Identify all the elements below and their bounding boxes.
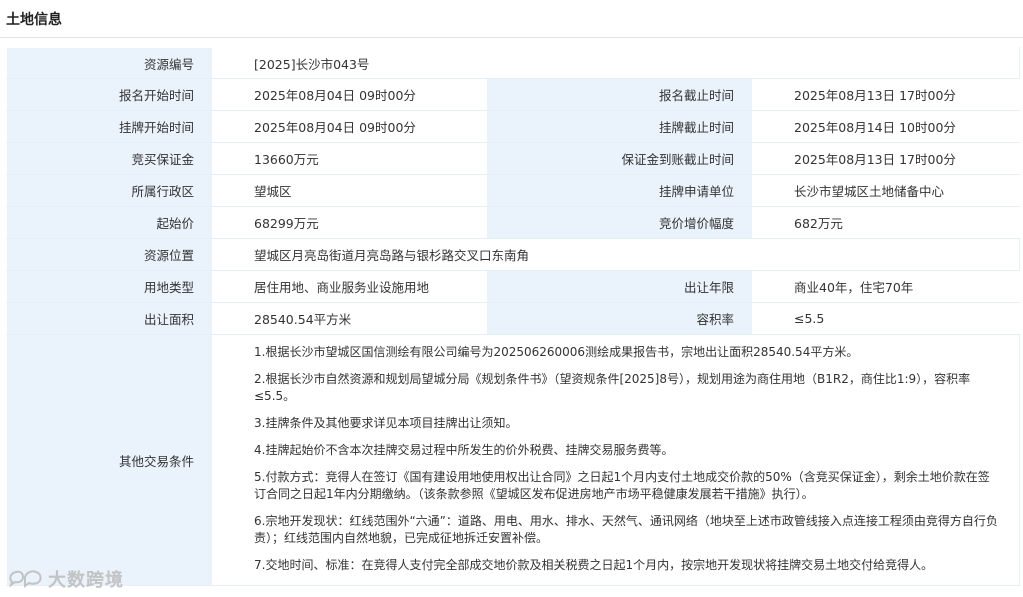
signup-end-label: 报名截止时间: [486, 78, 753, 111]
row-deposit: 竞买保证金 13660万元 保证金到账截止时间 2025年08月13日 17时0…: [6, 142, 1021, 175]
watermark-text: 大数跨境: [48, 570, 124, 591]
district-value: 望城区: [212, 174, 487, 207]
other-conditions-label: 其他交易条件: [6, 334, 213, 586]
row-resource-no: 资源编号 [2025]长沙市043号: [6, 47, 1021, 79]
watermark: 大数跨境: [8, 566, 124, 592]
area-label: 出让面积: [6, 302, 213, 335]
row-area: 出让面积 28540.54平方米 容积率 ≤5.5: [6, 302, 1021, 335]
row-other-conditions: 其他交易条件 1.根据长沙市望城区国信测绘有限公司编号为202506260006…: [6, 334, 1021, 586]
row-listing-time: 挂牌开始时间 2025年08月04日 09时00分 挂牌截止时间 2025年08…: [6, 110, 1021, 143]
location-value: 望城区月亮岛街道月亮岛路与银杉路交叉口东南角: [211, 238, 1021, 271]
term-value: 商业40年，住宅70年: [751, 270, 1021, 303]
land-use-label: 用地类型: [6, 270, 213, 303]
land-info-table: 资源编号 [2025]长沙市043号 报名开始时间 2025年08月04日 09…: [6, 47, 1021, 586]
start-price-value: 68299万元: [212, 206, 487, 239]
row-price: 起始价 68299万元 竞价增价幅度 682万元: [6, 206, 1021, 239]
bid-increment-label: 竞价增价幅度: [486, 206, 753, 239]
signup-end-value: 2025年08月13日 17时00分: [751, 78, 1021, 111]
condition-item: 5.付款方式：竞得人在签订《国有建设用地使用权出让合同》之日起1个月内支付土地成…: [254, 470, 990, 501]
far-value: ≤5.5: [751, 302, 1021, 335]
section-title: 土地信息: [6, 12, 62, 28]
row-signup-time: 报名开始时间 2025年08月04日 09时00分 报名截止时间 2025年08…: [6, 78, 1021, 111]
start-price-label: 起始价: [6, 206, 213, 239]
condition-item: 6.宗地开发现状：红线范围外“六通”：道路、用电、用水、排水、天然气、通讯网络（…: [254, 514, 998, 545]
deposit-deadline-label: 保证金到账截止时间: [486, 142, 753, 175]
term-label: 出让年限: [486, 270, 753, 303]
land-use-value: 居住用地、商业服务业设施用地: [212, 270, 487, 303]
listing-end-value: 2025年08月14日 10时00分: [751, 110, 1021, 143]
chat-bubbles-logo-icon: [8, 568, 44, 590]
row-land-use: 用地类型 居住用地、商业服务业设施用地 出让年限 商业40年，住宅70年: [6, 270, 1021, 303]
listing-end-label: 挂牌截止时间: [486, 110, 753, 143]
condition-item: 7.交地时间、标准：在竞得人支付完全部成交地价款及相关税费之日起1个月内，按宗地…: [254, 558, 934, 572]
condition-item: 1.根据长沙市望城区国信测绘有限公司编号为202506260006测绘成果报告书…: [254, 345, 859, 359]
deposit-deadline-value: 2025年08月13日 17时00分: [751, 142, 1021, 175]
other-conditions-value: 1.根据长沙市望城区国信测绘有限公司编号为202506260006测绘成果报告书…: [211, 334, 1021, 586]
signup-start-label: 报名开始时间: [6, 78, 213, 111]
row-location: 资源位置 望城区月亮岛街道月亮岛路与银杉路交叉口东南角: [6, 238, 1021, 271]
district-label: 所属行政区: [6, 174, 213, 207]
title-divider: [0, 37, 1023, 38]
resource-no-value: [2025]长沙市043号: [211, 47, 1021, 79]
applicant-unit-value: 长沙市望城区土地储备中心: [751, 174, 1021, 207]
applicant-unit-label: 挂牌申请单位: [486, 174, 753, 207]
condition-item: 2.根据长沙市自然资源和规划局望城分局《规划条件书》（望资规条件[2025]8号…: [254, 372, 971, 403]
row-district: 所属行政区 望城区 挂牌申请单位 长沙市望城区土地储备中心: [6, 174, 1021, 207]
listing-start-value: 2025年08月04日 09时00分: [212, 110, 487, 143]
location-label: 资源位置: [6, 238, 213, 271]
condition-item: 4.挂牌起始价不含本次挂牌交易过程中所发生的价外税费、挂牌交易服务费等。: [254, 443, 674, 457]
far-label: 容积率: [486, 302, 753, 335]
bid-increment-value: 682万元: [751, 206, 1021, 239]
condition-item: 3.挂牌条件及其他要求详见本项目挂牌出让须知。: [254, 416, 518, 430]
area-value: 28540.54平方米: [212, 302, 487, 335]
deposit-value: 13660万元: [212, 142, 487, 175]
resource-no-label: 资源编号: [6, 47, 213, 79]
signup-start-value: 2025年08月04日 09时00分: [212, 78, 487, 111]
listing-start-label: 挂牌开始时间: [6, 110, 213, 143]
deposit-label: 竞买保证金: [6, 142, 213, 175]
